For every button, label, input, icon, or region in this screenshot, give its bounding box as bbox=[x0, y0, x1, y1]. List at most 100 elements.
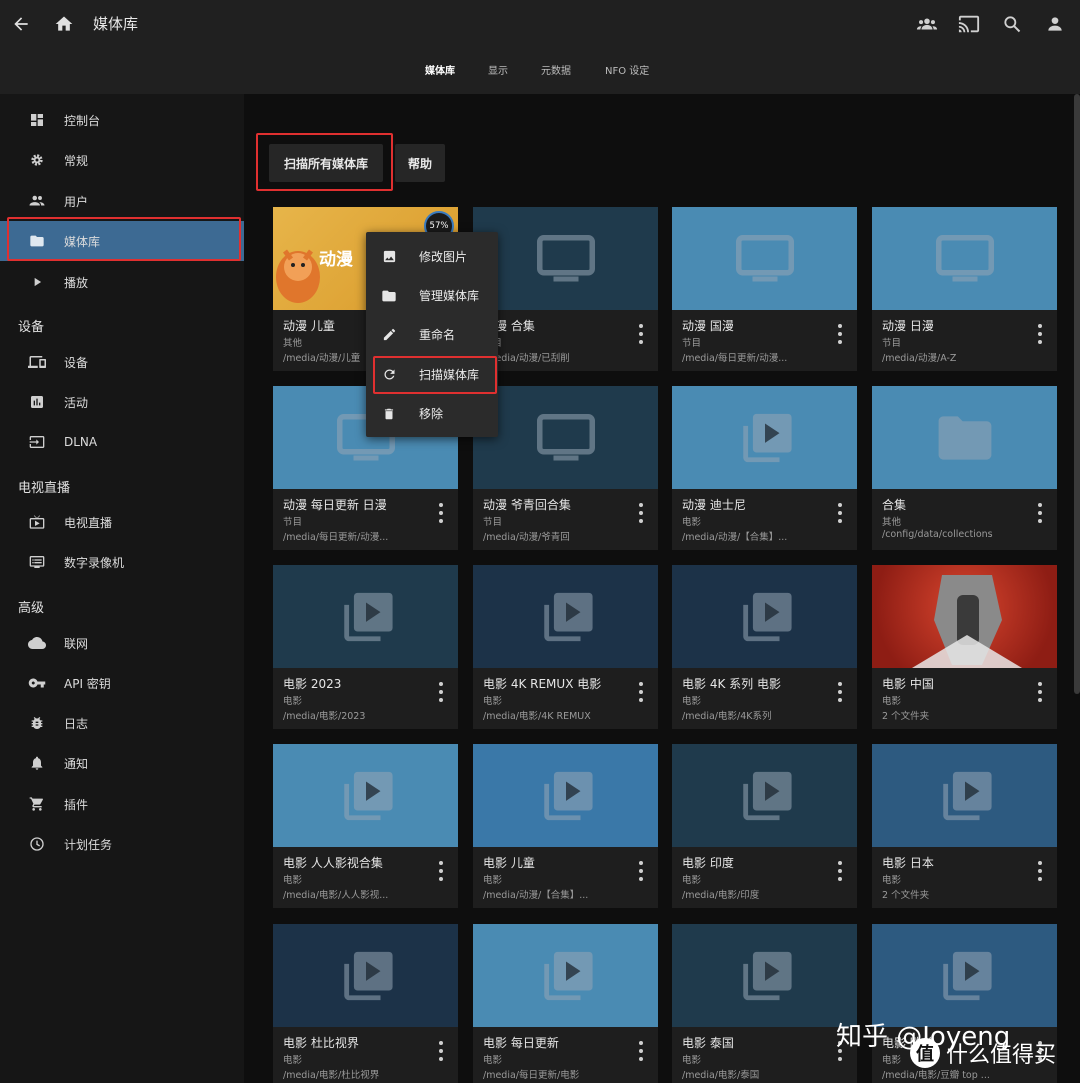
back-arrow-icon[interactable] bbox=[9, 12, 33, 36]
library-card[interactable]: 电影 日本 电影 2 个文件夹 bbox=[872, 744, 1057, 908]
cast-icon[interactable] bbox=[957, 12, 981, 36]
library-thumbnail[interactable] bbox=[473, 386, 658, 489]
sidebar-item-users[interactable]: 用户 bbox=[0, 181, 244, 221]
library-card-info: 动漫 日漫 节目/media/动漫/A-Z bbox=[872, 310, 1057, 371]
menu-item-manage-library[interactable]: 管理媒体库 bbox=[366, 276, 498, 315]
more-options-icon[interactable] bbox=[837, 861, 843, 881]
more-options-icon[interactable] bbox=[638, 1041, 644, 1061]
help-button[interactable]: 帮助 bbox=[395, 144, 445, 182]
library-thumbnail[interactable] bbox=[473, 565, 658, 668]
more-options-icon[interactable] bbox=[1037, 861, 1043, 881]
more-options-icon[interactable] bbox=[1037, 503, 1043, 523]
library-card[interactable]: 动漫 迪士尼 电影/media/动漫/【合集】... bbox=[672, 386, 857, 550]
more-options-icon[interactable] bbox=[438, 503, 444, 523]
library-type: 电影 bbox=[682, 517, 702, 528]
more-options-icon[interactable] bbox=[638, 503, 644, 523]
movie-icon bbox=[742, 771, 792, 820]
more-options-icon[interactable] bbox=[438, 682, 444, 702]
library-card[interactable]: 电影 每日更新 电影/media/每日更新/电影 bbox=[473, 924, 658, 1083]
library-card[interactable]: 电影 印度 电影/media/电影/印度 bbox=[672, 744, 857, 908]
tab-nfo-settings[interactable]: NFO 设定 bbox=[605, 62, 649, 77]
library-card[interactable]: 电影 2023 电影/media/电影/2023 bbox=[273, 565, 458, 729]
library-type: 其他 bbox=[882, 517, 902, 528]
tab-libraries[interactable]: 媒体库 bbox=[425, 62, 455, 77]
library-thumbnail[interactable] bbox=[273, 924, 458, 1027]
users-icon[interactable] bbox=[915, 12, 939, 36]
more-options-icon[interactable] bbox=[837, 682, 843, 702]
library-title: 电影 印度 bbox=[682, 856, 734, 870]
library-thumbnail[interactable] bbox=[872, 207, 1057, 310]
library-type: 电影 bbox=[682, 696, 702, 707]
library-card[interactable]: 电影 中国 电影 2 个文件夹 bbox=[872, 565, 1057, 729]
sidebar-item-api-keys[interactable]: API 密钥 bbox=[0, 663, 244, 703]
library-card[interactable]: 合集 其他/config/data/collections bbox=[872, 386, 1057, 550]
more-options-icon[interactable] bbox=[1037, 324, 1043, 344]
scrollbar[interactable] bbox=[1074, 94, 1080, 694]
library-card[interactable]: 电影 杜比视界 电影/media/电影/杜比视界 bbox=[273, 924, 458, 1083]
sidebar-item-general[interactable]: 常规 bbox=[0, 140, 244, 180]
more-options-icon[interactable] bbox=[1037, 682, 1043, 702]
sidebar-item-plugins[interactable]: 插件 bbox=[0, 784, 244, 824]
library-path: /media/动漫/A-Z bbox=[882, 353, 957, 364]
library-card[interactable]: 动漫 合集节目/media/动漫/已刮削 bbox=[473, 207, 658, 371]
account-icon[interactable] bbox=[1043, 12, 1067, 36]
sidebar-item-activity[interactable]: 活动 bbox=[0, 382, 244, 422]
movie-icon bbox=[942, 951, 992, 1000]
tab-display[interactable]: 显示 bbox=[488, 62, 508, 77]
library-card[interactable]: 电影 泰国 电影/media/电影/泰国 bbox=[672, 924, 857, 1083]
library-thumbnail[interactable] bbox=[273, 744, 458, 847]
sidebar-item-dlna[interactable]: DLNA bbox=[0, 422, 244, 462]
library-card[interactable]: 电影 4K REMUX 电影 电影/media/电影/4K REMUX bbox=[473, 565, 658, 729]
library-thumbnail[interactable] bbox=[872, 924, 1057, 1027]
users-icon bbox=[27, 191, 47, 211]
library-thumbnail[interactable] bbox=[273, 565, 458, 668]
menu-item-remove[interactable]: 移除 bbox=[366, 394, 498, 433]
sidebar-item-live-tv[interactable]: 电视直播 bbox=[0, 502, 244, 542]
library-path: /media/电影/泰国 bbox=[682, 1070, 760, 1081]
sidebar-item-networking[interactable]: 联网 bbox=[0, 623, 244, 663]
more-options-icon[interactable] bbox=[638, 682, 644, 702]
sidebar-item-playback[interactable]: 播放 bbox=[0, 262, 244, 302]
library-title: 电影 4K REMUX 电影 bbox=[483, 677, 602, 691]
library-card[interactable]: 动漫 日漫 节目/media/动漫/A-Z bbox=[872, 207, 1057, 371]
library-type: 电影 bbox=[483, 1055, 503, 1066]
library-card[interactable]: 动漫 国漫 节目/media/每日更新/动漫... bbox=[672, 207, 857, 371]
home-icon[interactable] bbox=[52, 12, 76, 36]
library-thumbnail[interactable] bbox=[872, 386, 1057, 489]
more-options-icon[interactable] bbox=[438, 861, 444, 881]
menu-item-rename[interactable]: 重命名 bbox=[366, 315, 498, 354]
library-thumbnail[interactable] bbox=[473, 744, 658, 847]
more-options-icon[interactable] bbox=[837, 324, 843, 344]
sidebar-item-dvr[interactable]: 数字录像机 bbox=[0, 542, 244, 582]
app-header: 媒体库 媒体库 显示 元数据 NFO 设定 bbox=[0, 0, 1080, 94]
library-card[interactable]: 动漫 爷青回合集 节目/media/动漫/爷青回 bbox=[473, 386, 658, 550]
library-thumbnail[interactable] bbox=[672, 207, 857, 310]
more-options-icon[interactable] bbox=[438, 1041, 444, 1061]
library-card[interactable]: 电影 4K 系列 电影 电影/media/电影/4K系列 bbox=[672, 565, 857, 729]
library-thumbnail[interactable] bbox=[672, 565, 857, 668]
library-thumbnail[interactable] bbox=[672, 924, 857, 1027]
tab-metadata[interactable]: 元数据 bbox=[541, 62, 571, 77]
more-options-icon[interactable] bbox=[837, 503, 843, 523]
more-options-icon[interactable] bbox=[638, 861, 644, 881]
library-title: 动漫 每日更新 日漫 bbox=[283, 498, 387, 512]
more-options-icon[interactable] bbox=[638, 324, 644, 344]
section-advanced: 高级 bbox=[18, 601, 45, 616]
sidebar-item-logs[interactable]: 日志 bbox=[0, 703, 244, 743]
sidebar-item-dashboard[interactable]: 控制台 bbox=[0, 100, 244, 140]
library-thumbnail[interactable] bbox=[672, 744, 857, 847]
library-card[interactable]: 电影 儿童 电影/media/动漫/【合集】... bbox=[473, 744, 658, 908]
library-thumbnail[interactable] bbox=[672, 386, 857, 489]
library-thumbnail[interactable] bbox=[473, 207, 658, 310]
search-icon[interactable] bbox=[1000, 12, 1024, 36]
highlight-box bbox=[373, 356, 497, 394]
library-card-info: 电影 儿童 电影/media/动漫/【合集】... bbox=[473, 847, 658, 908]
library-thumbnail[interactable] bbox=[473, 924, 658, 1027]
sidebar-item-devices[interactable]: 设备 bbox=[0, 342, 244, 382]
library-thumbnail[interactable] bbox=[872, 565, 1057, 668]
sidebar-item-notifications[interactable]: 通知 bbox=[0, 743, 244, 783]
menu-item-edit-images[interactable]: 修改图片 bbox=[366, 237, 498, 276]
library-thumbnail[interactable] bbox=[872, 744, 1057, 847]
sidebar-item-scheduled-tasks[interactable]: 计划任务 bbox=[0, 824, 244, 864]
library-card[interactable]: 电影 人人影视合集 电影/media/电影/人人影视... bbox=[273, 744, 458, 908]
